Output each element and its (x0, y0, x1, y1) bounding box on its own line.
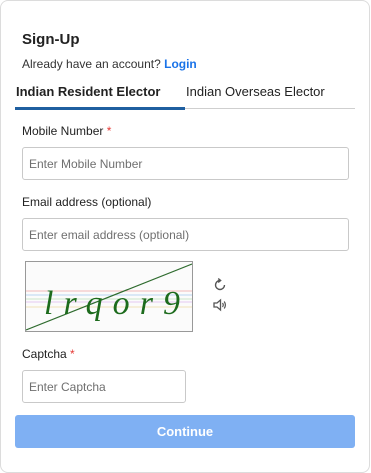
tab-indian-overseas-elector[interactable]: Indian Overseas Elector (186, 84, 325, 99)
speaker-icon[interactable] (211, 296, 229, 314)
account-prompt: Already have an account? (22, 57, 161, 71)
captcha-input[interactable] (22, 370, 186, 403)
captcha-label: Captcha * (22, 347, 75, 361)
mobile-number-label: Mobile Number * (22, 124, 111, 138)
captcha-graphic: lrqor9 (25, 263, 193, 331)
tab-indian-resident-elector[interactable]: Indian Resident Elector (16, 84, 160, 99)
email-input[interactable] (22, 218, 349, 251)
required-asterisk: * (70, 347, 75, 361)
email-label: Email address (optional) (22, 195, 152, 209)
account-prompt-line: Already have an account? Login (22, 57, 197, 71)
continue-button[interactable]: Continue (15, 415, 355, 448)
refresh-icon[interactable] (211, 276, 229, 294)
mobile-number-label-text: Mobile Number (22, 124, 104, 138)
form-title: Sign-Up (22, 31, 80, 48)
elector-type-tabs: Indian Resident Elector Indian Overseas … (15, 79, 355, 110)
active-tab-indicator (15, 107, 185, 110)
captcha-label-text: Captcha (22, 347, 67, 361)
required-asterisk: * (106, 124, 112, 138)
login-link[interactable]: Login (164, 57, 197, 71)
signup-card: Sign-Up Already have an account? Login I… (0, 0, 370, 473)
captcha-image: lrqor9 (25, 261, 193, 332)
mobile-number-input[interactable] (22, 147, 349, 180)
